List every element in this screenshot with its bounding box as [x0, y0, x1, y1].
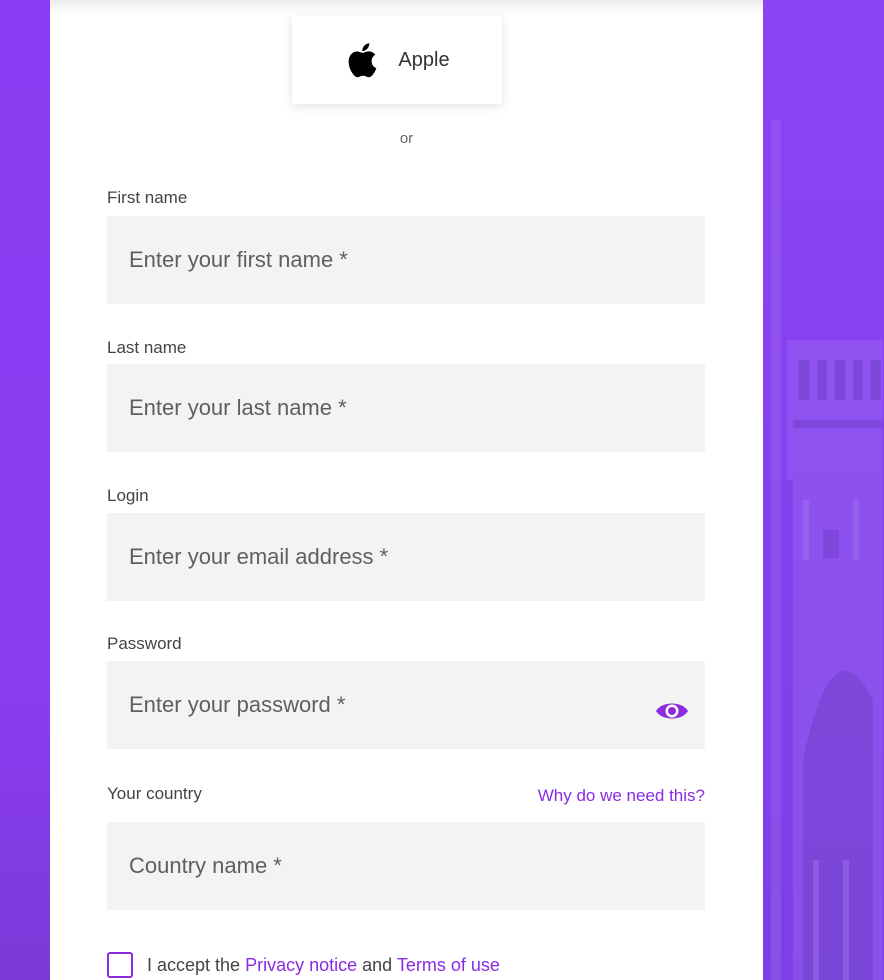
last-name-label: Last name	[107, 338, 187, 357]
why-country-link[interactable]: Why do we need this?	[538, 786, 705, 806]
signup-card: Apple or First name Last name Login Pass…	[50, 0, 763, 980]
consent-text: I accept the Privacy notice and Terms of…	[147, 955, 500, 976]
show-password-button[interactable]	[653, 698, 691, 724]
country-input[interactable]	[107, 822, 705, 910]
consent-checkbox[interactable]	[107, 952, 133, 978]
apple-signin-button[interactable]: Apple	[292, 16, 502, 104]
or-separator: or	[399, 130, 414, 147]
apple-button-label: Apple	[398, 48, 450, 71]
password-input[interactable]	[107, 661, 705, 749]
last-name-input[interactable]	[107, 364, 705, 452]
terms-of-use-link[interactable]: Terms of use	[397, 955, 500, 975]
privacy-notice-link[interactable]: Privacy notice	[245, 955, 357, 975]
eye-icon	[656, 703, 688, 719]
background-left	[0, 0, 50, 980]
country-label: Your country	[107, 784, 202, 803]
first-name-label: First name	[107, 188, 188, 207]
first-name-input[interactable]	[107, 216, 705, 304]
email-input[interactable]	[107, 513, 705, 601]
apple-icon	[349, 43, 377, 78]
login-label: Login	[107, 486, 149, 505]
card-top-shadow	[50, 0, 763, 14]
consent-row: I accept the Privacy notice and Terms of…	[107, 952, 500, 978]
consent-prefix: I accept the	[147, 954, 241, 975]
password-label: Password	[107, 634, 182, 653]
consent-middle: and	[362, 954, 393, 975]
building-silhouette-image	[771, 120, 883, 980]
background-right	[763, 0, 884, 980]
